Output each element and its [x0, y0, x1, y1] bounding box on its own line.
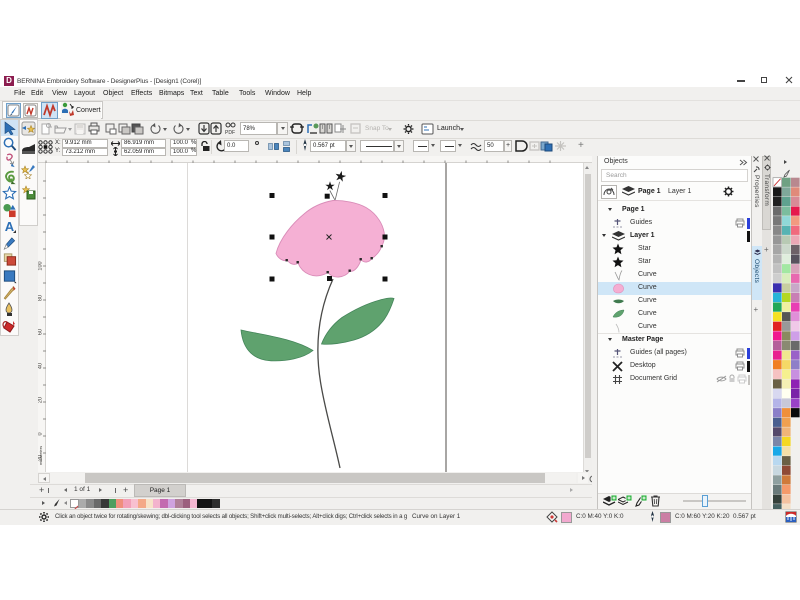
- svg-text:0: 0: [38, 432, 44, 435]
- svg-text:PDF: PDF: [225, 130, 235, 135]
- svg-text:100: 100: [38, 261, 44, 270]
- svg-text:80: 80: [38, 295, 44, 301]
- svg-text:40: 40: [38, 363, 44, 369]
- svg-text:millimeters: millimeters: [38, 446, 43, 465]
- svg-text:20: 20: [38, 397, 44, 403]
- svg-text:60: 60: [38, 329, 44, 335]
